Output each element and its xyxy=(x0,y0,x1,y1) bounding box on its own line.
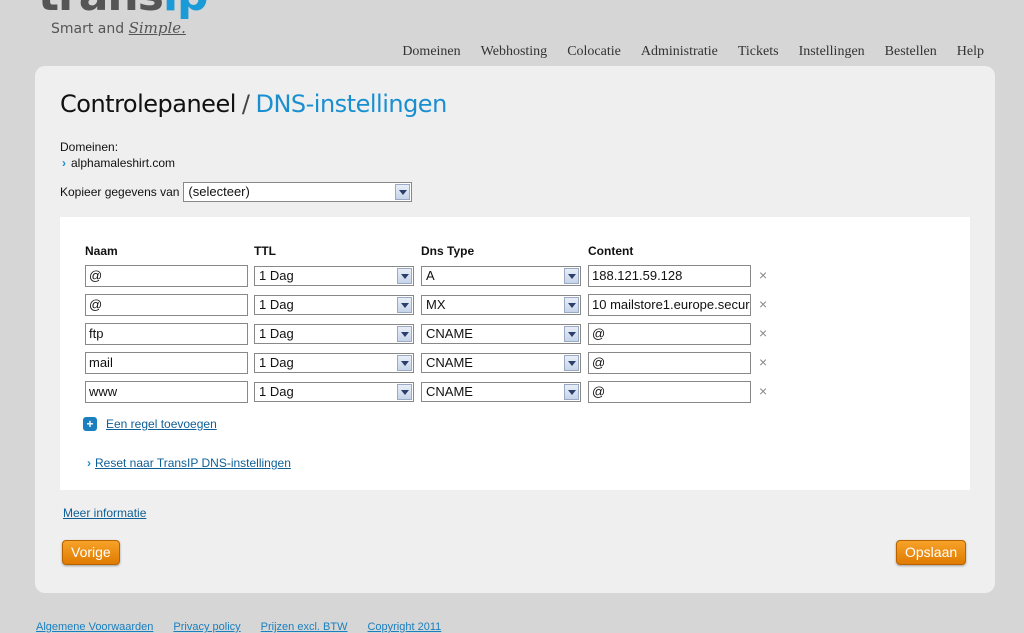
domain-item[interactable]: › alphamaleshirt.com xyxy=(62,156,175,170)
header-content: Content xyxy=(588,244,634,258)
dns-records-box: Naam TTL Dns Type Content @ 1 Dag A 188.… xyxy=(60,217,970,490)
record-content-input[interactable]: 10 mailstore1.europe.secur xyxy=(588,294,751,316)
delete-record-icon[interactable]: × xyxy=(759,267,767,283)
footer-prices-link[interactable]: Prijzen excl. BTW xyxy=(261,621,348,633)
header-name: Naam xyxy=(85,244,118,258)
main-panel: Controlepaneel / DNS-instellingen Domeinen… xyxy=(35,66,995,593)
dropdown-arrow-icon xyxy=(397,297,412,313)
dropdown-arrow-icon xyxy=(564,268,579,284)
previous-button[interactable]: Vorige xyxy=(62,540,120,565)
record-type-select[interactable]: CNAME xyxy=(421,353,581,373)
nav-administratie[interactable]: Administratie xyxy=(641,44,718,60)
record-ttl-select[interactable]: 1 Dag xyxy=(254,353,414,373)
add-rule-row: + Een regel toevoegen xyxy=(83,417,217,431)
dropdown-arrow-icon xyxy=(397,268,412,284)
record-ttl-select[interactable]: 1 Dag xyxy=(254,324,414,344)
more-info-link[interactable]: Meer informatie xyxy=(63,506,146,520)
record-name-input[interactable]: ftp xyxy=(85,323,248,345)
record-type-select[interactable]: CNAME xyxy=(421,324,581,344)
reset-dns-link[interactable]: Reset naar TransIP DNS-instellingen xyxy=(95,456,291,470)
record-content-input[interactable]: @ xyxy=(588,381,751,403)
domains-label: Domeinen: xyxy=(60,140,119,154)
record-ttl-select[interactable]: 1 Dag xyxy=(254,382,414,402)
delete-record-icon[interactable]: × xyxy=(759,296,767,312)
nav-instellingen[interactable]: Instellingen xyxy=(799,44,865,60)
record-name-input[interactable]: @ xyxy=(85,294,248,316)
plus-icon[interactable]: + xyxy=(83,417,97,431)
record-ttl-select[interactable]: 1 Dag xyxy=(254,295,414,315)
record-name-input[interactable]: mail xyxy=(85,352,248,374)
tagline: Smart and Simple. xyxy=(51,19,186,37)
footer-terms-link[interactable]: Algemene Voorwaarden xyxy=(36,621,153,633)
transip-logo[interactable]: transip xyxy=(38,0,209,18)
chevron-right-icon: › xyxy=(87,456,91,470)
header-type: Dns Type xyxy=(421,244,475,258)
delete-record-icon[interactable]: × xyxy=(759,325,767,341)
delete-record-icon[interactable]: × xyxy=(759,354,767,370)
dropdown-arrow-icon xyxy=(564,355,579,371)
dropdown-arrow-icon xyxy=(564,297,579,313)
copy-from-select[interactable]: (selecteer) xyxy=(183,182,413,202)
footer-links: Algemene Voorwaarden Privacy policy Prij… xyxy=(36,621,441,633)
add-rule-link[interactable]: Een regel toevoegen xyxy=(106,417,217,431)
nav-domeinen[interactable]: Domeinen xyxy=(402,44,460,60)
dropdown-arrow-icon xyxy=(564,384,579,400)
nav-colocatie[interactable]: Colocatie xyxy=(567,44,621,60)
footer-copyright-link[interactable]: Copyright 2011 xyxy=(367,621,441,633)
dropdown-arrow-icon xyxy=(564,326,579,342)
nav-bestellen[interactable]: Bestellen xyxy=(885,44,937,60)
footer-privacy-link[interactable]: Privacy policy xyxy=(173,621,240,633)
record-type-select[interactable]: MX xyxy=(421,295,581,315)
dropdown-arrow-icon xyxy=(395,184,411,200)
nav-webhosting[interactable]: Webhosting xyxy=(481,44,548,60)
header-ttl: TTL xyxy=(254,244,276,258)
record-content-input[interactable]: 188.121.59.128 xyxy=(588,265,751,287)
copy-label: Kopieer gegevens van xyxy=(60,185,180,199)
nav-help[interactable]: Help xyxy=(957,44,984,60)
record-type-select[interactable]: CNAME xyxy=(421,382,581,402)
save-button[interactable]: Opslaan xyxy=(896,540,967,565)
record-name-input[interactable]: @ xyxy=(85,265,248,287)
dropdown-arrow-icon xyxy=(397,355,412,371)
dropdown-arrow-icon xyxy=(397,326,412,342)
chevron-right-icon: › xyxy=(62,156,66,170)
nav-tickets[interactable]: Tickets xyxy=(738,44,779,60)
top-navigation: Domeinen Webhosting Colocatie Administra… xyxy=(402,44,984,60)
dropdown-arrow-icon xyxy=(397,384,412,400)
record-name-input[interactable]: www xyxy=(85,381,248,403)
reset-row: › Reset naar TransIP DNS-instellingen xyxy=(87,456,291,470)
page-title: Controlepaneel / DNS-instellingen xyxy=(60,90,447,118)
copy-settings-row: Kopieer gegevens van (selecteer) xyxy=(60,182,413,202)
record-type-select[interactable]: A xyxy=(421,266,581,286)
record-content-input[interactable]: @ xyxy=(588,323,751,345)
delete-record-icon[interactable]: × xyxy=(759,383,767,399)
record-ttl-select[interactable]: 1 Dag xyxy=(254,266,414,286)
record-content-input[interactable]: @ xyxy=(588,352,751,374)
